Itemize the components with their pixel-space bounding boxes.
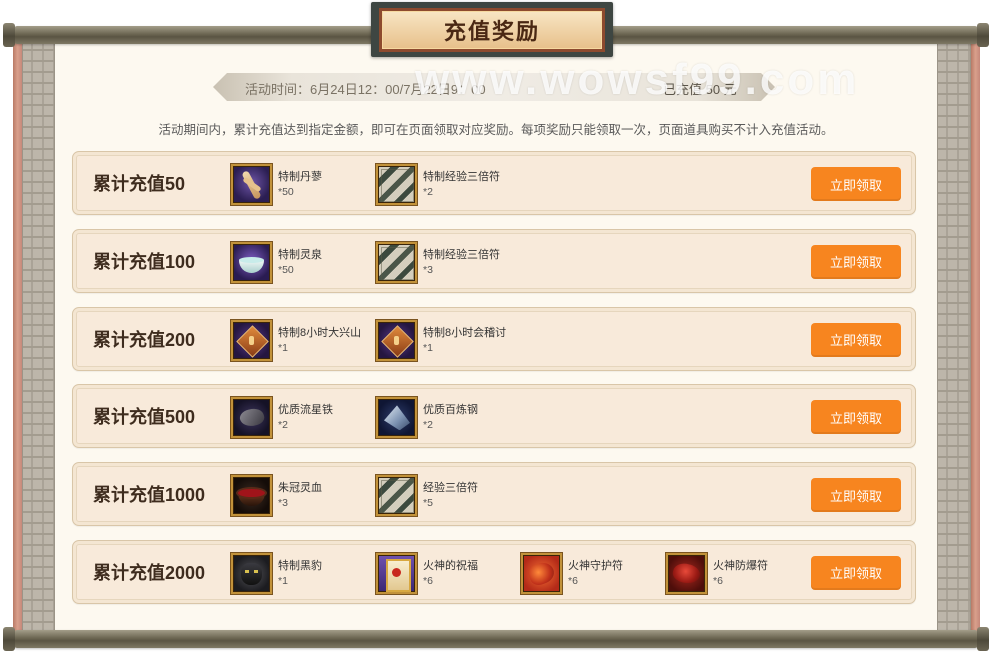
reward-item: 火神防爆符 *6 xyxy=(666,552,811,595)
item-count: *50 xyxy=(278,263,294,276)
scroll-rod-bottom xyxy=(14,630,978,648)
reward-row: 累计充值1000 朱冠灵血 *3 经验三倍符 *5 立即领取 xyxy=(72,462,916,527)
row-items: 优质流星铁 *2 优质百炼钢 *2 xyxy=(231,397,521,439)
rod-cap xyxy=(3,23,15,47)
item-count: *50 xyxy=(278,186,294,198)
reward-item: 火神守护符 *6 xyxy=(521,552,666,595)
row-label: 累计充值50 xyxy=(93,174,186,194)
item-name: 优质百炼钢 xyxy=(423,404,478,417)
talisman-icon xyxy=(231,319,272,361)
item-count: *3 xyxy=(423,263,433,276)
item-name: 特制8小时大兴山 xyxy=(278,326,362,339)
item-name: 朱冠灵血 xyxy=(278,482,322,495)
event-description: 活动期间内，累计充值达到指定金额，即可在页面领取对应奖励。每项奖励只能领取一次，… xyxy=(158,123,834,137)
rod-cap xyxy=(977,23,989,47)
left-edge-strip xyxy=(13,42,22,632)
item-count: *6 xyxy=(568,574,578,587)
reward-item: 特制黑豹 *1 xyxy=(231,552,376,595)
title-plaque: 充值奖励 xyxy=(371,2,613,57)
row-label: 累计充值100 xyxy=(93,251,196,272)
rod-cap xyxy=(977,627,989,651)
event-time: 活动时间：6月24日12：00/7月22日9：00 xyxy=(245,82,486,97)
guard-charm-icon xyxy=(521,552,562,594)
item-count: *6 xyxy=(713,574,723,587)
item-name: 特制经验三倍符 xyxy=(423,248,500,261)
reward-item: 火神的祝福 *6 xyxy=(376,552,521,595)
reward-row: 累计充值50 特制丹蓼 *50 特制经验三倍符 *2 立即领取 xyxy=(72,151,916,215)
row-items: 特制8小时大兴山 *1 特制8小时会稽讨 *1 xyxy=(231,319,521,362)
recharged-amount: 已充值 50 元 xyxy=(663,82,737,97)
page-title: 充值奖励 xyxy=(379,8,605,52)
item-count: *6 xyxy=(423,574,433,587)
item-name: 火神的祝福 xyxy=(423,559,478,572)
scroll-icon xyxy=(376,241,417,283)
reward-item: 特制丹蓼 *50 xyxy=(231,164,376,206)
blast-charm-icon xyxy=(666,552,707,594)
reward-row: 累计充值500 优质流星铁 *2 优质百炼钢 *2 立即领取 xyxy=(72,384,916,449)
item-count: *1 xyxy=(278,341,288,354)
claim-button[interactable]: 立即领取 xyxy=(811,167,901,201)
item-name: 优质流星铁 xyxy=(278,404,333,417)
right-edge-strip xyxy=(971,42,980,632)
row-items: 特制丹蓼 *50 特制经验三倍符 *2 xyxy=(231,164,521,206)
right-border-pattern xyxy=(937,42,971,632)
row-label: 累计充值2000 xyxy=(93,562,206,583)
reward-list: 累计充值50 特制丹蓼 *50 特制经验三倍符 *2 立即领取 累计充值100 特制灵泉 *50… xyxy=(72,151,916,604)
event-banner: 活动时间：6月24日12：00/7月22日9：00 已充值 50 元 xyxy=(213,73,775,101)
item-name: 特制8小时会稽讨 xyxy=(423,326,507,339)
row-label: 累计充值200 xyxy=(93,329,196,350)
reward-item: 经验三倍符 *5 xyxy=(376,475,521,517)
item-count: *1 xyxy=(278,574,288,587)
reward-item: 特制灵泉 *50 xyxy=(231,241,376,284)
claim-button[interactable]: 立即领取 xyxy=(811,555,901,590)
item-name: 经验三倍符 xyxy=(423,482,478,495)
talisman-icon xyxy=(376,319,417,361)
item-name: 特制黑豹 xyxy=(278,559,322,572)
blessing-icon xyxy=(376,552,417,594)
reward-item: 特制8小时会稽讨 *1 xyxy=(376,319,521,362)
left-border-pattern xyxy=(22,42,55,632)
item-count: *2 xyxy=(423,186,433,198)
reward-row: 累计充值200 特制8小时大兴山 *1 特制8小时会稽讨 *1 立即领取 xyxy=(72,306,916,371)
reward-item: 特制经验三倍符 *3 xyxy=(376,241,521,284)
blood-bowl-icon xyxy=(231,475,272,517)
reward-item: 特制8小时大兴山 *1 xyxy=(231,319,376,362)
item-count: *2 xyxy=(278,419,288,432)
claim-button[interactable]: 立即领取 xyxy=(811,400,901,435)
rod-cap xyxy=(3,627,15,651)
claim-button[interactable]: 立即领取 xyxy=(811,244,901,279)
item-name: 火神守护符 xyxy=(568,559,623,572)
panther-icon xyxy=(231,552,272,594)
item-name: 特制丹蓼 xyxy=(278,171,322,183)
spring-bowl-icon xyxy=(231,241,272,283)
reward-item: 特制经验三倍符 *2 xyxy=(376,164,521,206)
item-count: *2 xyxy=(423,419,433,432)
meteor-iron-icon xyxy=(231,397,272,439)
reward-row: 累计充值100 特制灵泉 *50 特制经验三倍符 *3 立即领取 xyxy=(72,228,916,293)
item-name: 火神防爆符 xyxy=(713,559,768,572)
scroll-icon xyxy=(376,475,417,517)
reward-item: 优质百炼钢 *2 xyxy=(376,397,521,439)
reward-item: 朱冠灵血 *3 xyxy=(231,475,376,517)
row-label: 累计充值1000 xyxy=(93,485,206,506)
scroll-icon xyxy=(376,164,417,205)
row-items: 特制黑豹 *1 火神的祝福 *6 火神守护符 *6 火神防爆符 *6 xyxy=(231,552,811,595)
row-label: 累计充值500 xyxy=(93,407,196,428)
item-count: *5 xyxy=(423,497,433,510)
item-name: 特制经验三倍符 xyxy=(423,171,500,183)
reward-row: 累计充值2000 特制黑豹 *1 火神的祝福 *6 火神守护符 *6 火神防爆符 *6 立即领取 xyxy=(72,539,916,604)
reward-item: 优质流星铁 *2 xyxy=(231,397,376,439)
item-name: 特制灵泉 xyxy=(278,248,322,261)
steel-icon xyxy=(376,397,417,439)
claim-button[interactable]: 立即领取 xyxy=(811,322,901,357)
row-items: 特制灵泉 *50 特制经验三倍符 *3 xyxy=(231,241,521,284)
item-count: *3 xyxy=(278,497,288,510)
item-count: *1 xyxy=(423,341,433,354)
herb-icon xyxy=(231,164,272,205)
row-items: 朱冠灵血 *3 经验三倍符 *5 xyxy=(231,475,521,517)
claim-button[interactable]: 立即领取 xyxy=(811,478,901,513)
